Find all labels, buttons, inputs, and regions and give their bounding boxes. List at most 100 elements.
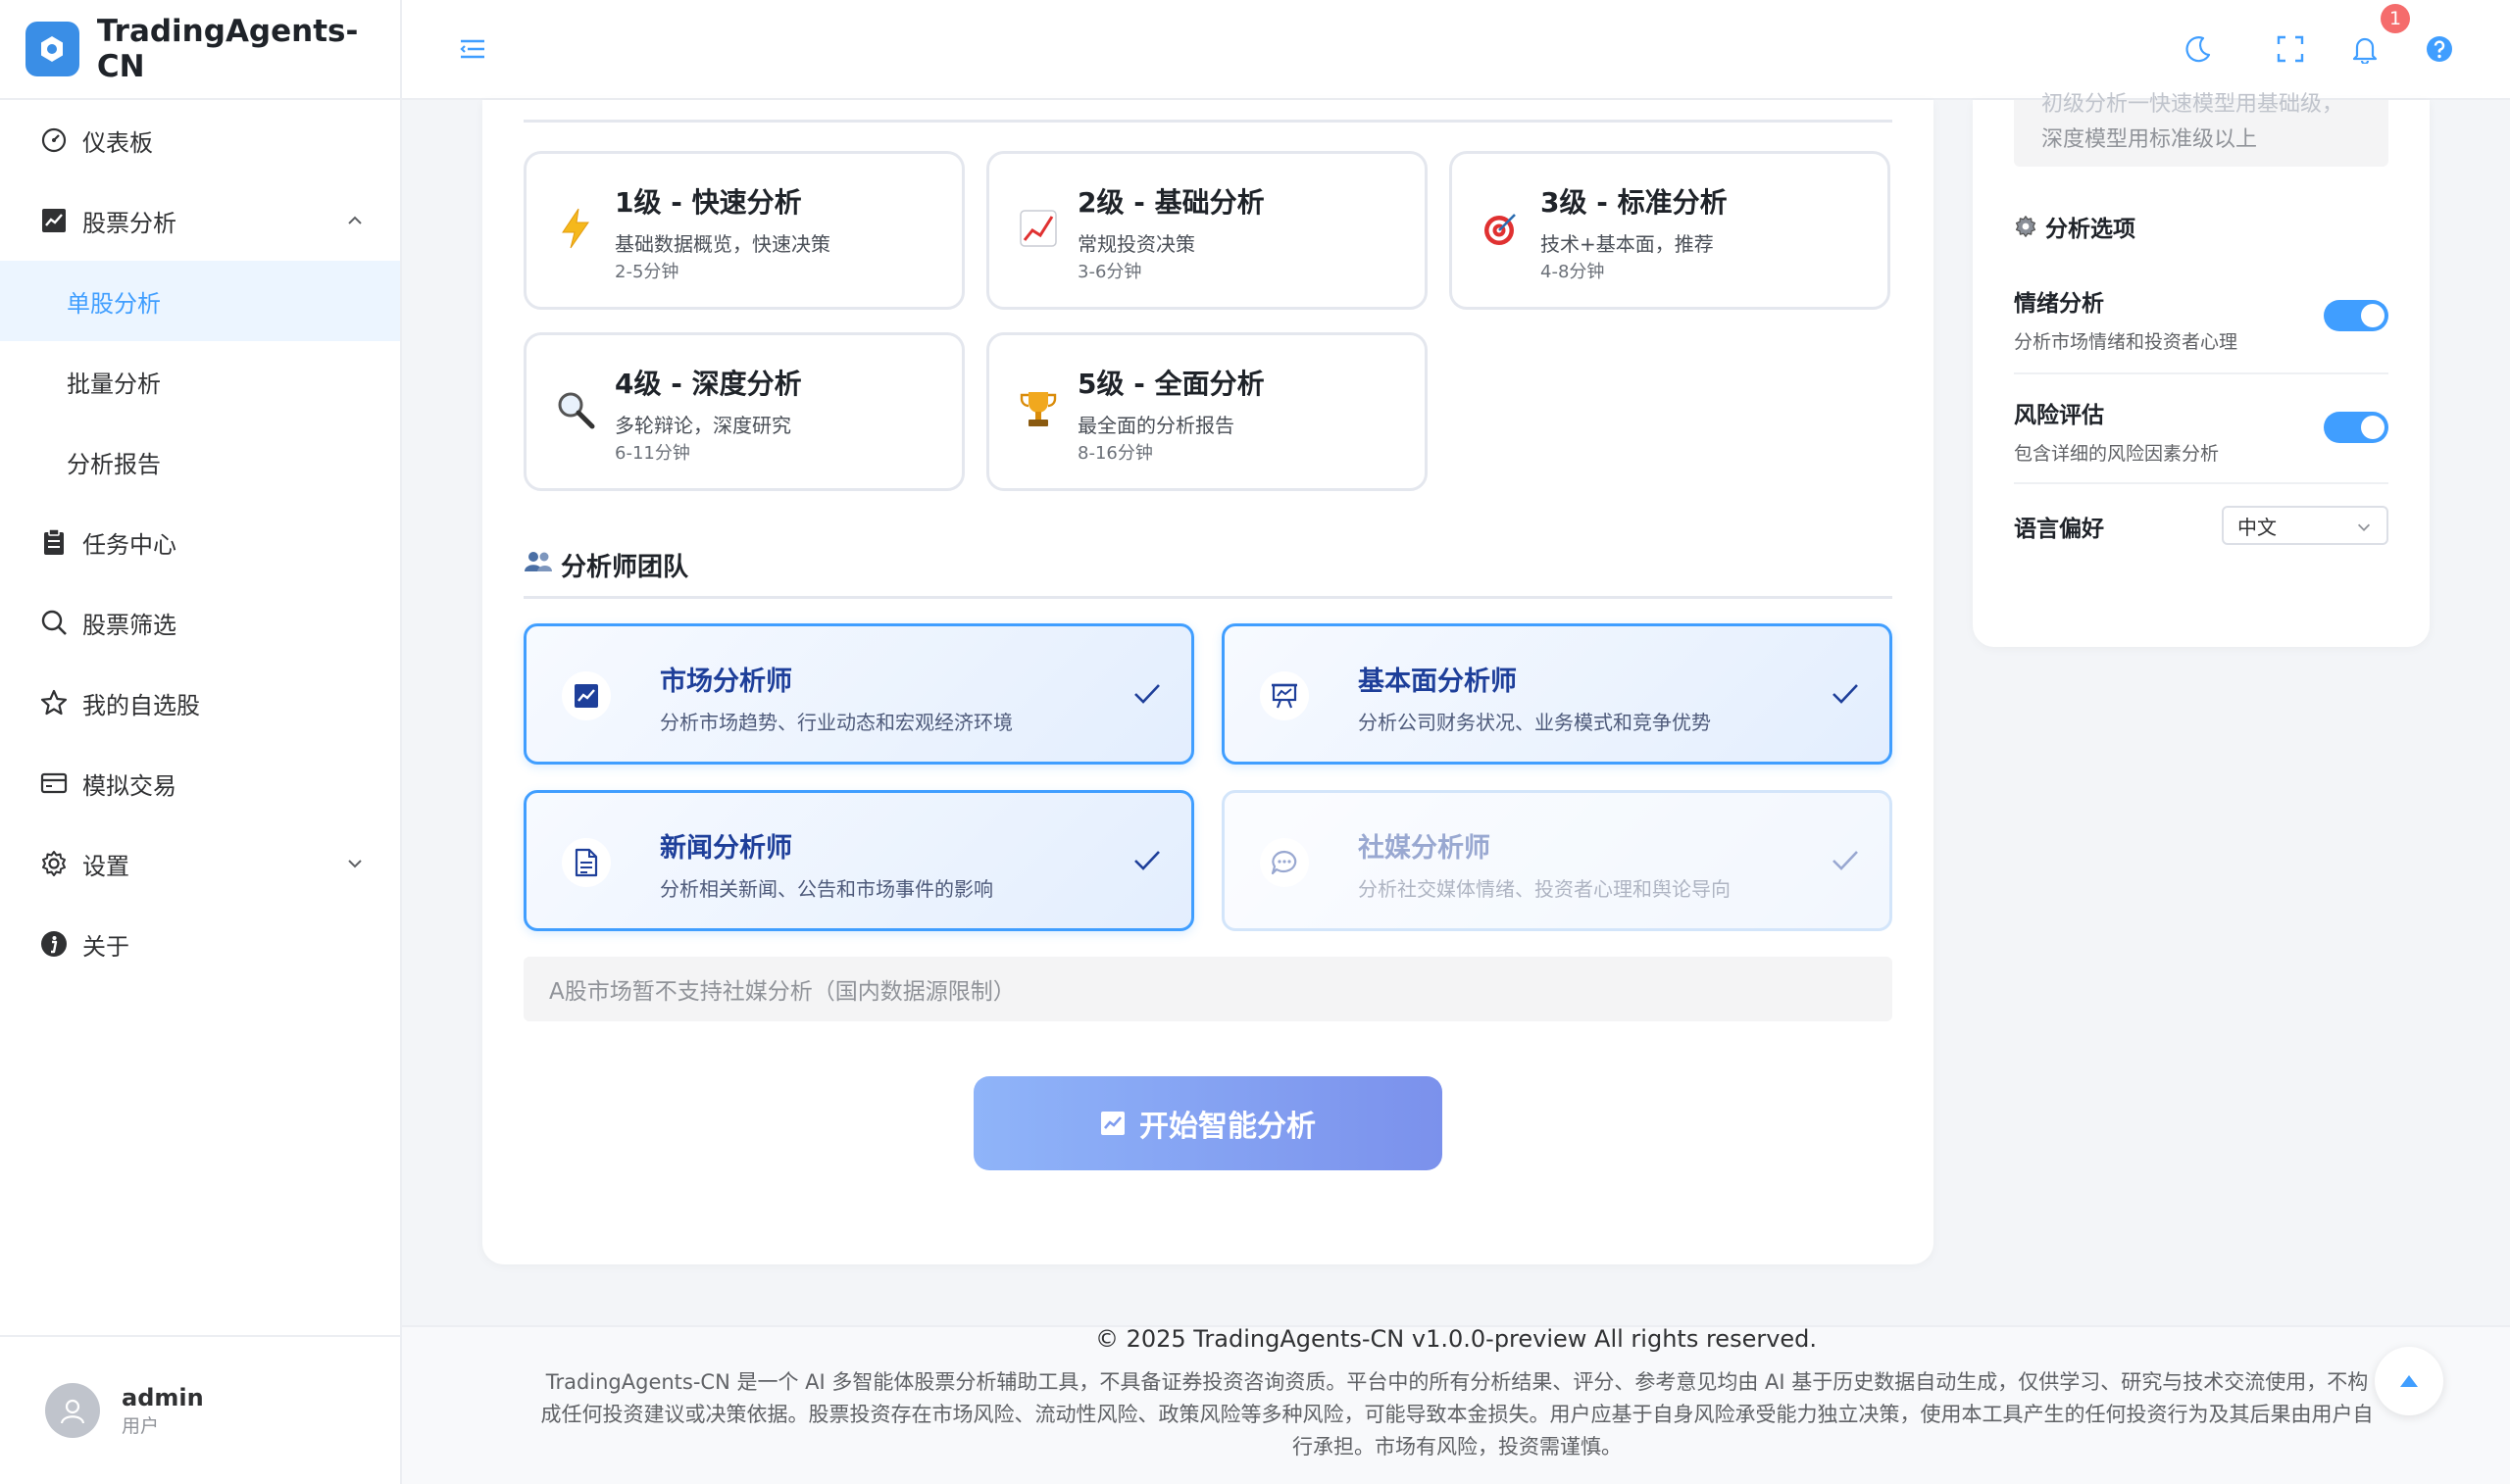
user-profile[interactable]: admin 用户 — [0, 1335, 402, 1484]
level-title: 5级 - 全面分析 — [1078, 368, 1265, 400]
analyst-desc: 分析市场趋势、行业动态和宏观经济环境 — [660, 711, 1013, 734]
sidebar-item-label: 股票分析 — [82, 209, 176, 237]
level-card-5[interactable]: 5级 - 全面分析 最全面的分析报告 8-16分钟 — [986, 332, 1428, 491]
sidebar-item-paper-trading[interactable]: 模拟交易 — [0, 743, 400, 823]
chat-bubble-icon — [1260, 838, 1309, 887]
check-icon — [1831, 848, 1860, 877]
presentation-icon — [1260, 671, 1309, 720]
analyst-name: 市场分析师 — [660, 667, 792, 697]
start-analysis-button[interactable]: 开始智能分析 — [974, 1076, 1442, 1170]
section-divider — [524, 120, 1892, 123]
app-logo-icon — [25, 22, 79, 76]
chart-icon — [1100, 1111, 1126, 1136]
sidebar-item-task-center[interactable]: 任务中心 — [0, 502, 400, 582]
chart-icon — [39, 206, 69, 235]
lightning-icon — [552, 205, 599, 252]
sidebar-subitem-batch-analysis[interactable]: 批量分析 — [0, 341, 400, 421]
logo[interactable]: TradingAgents-CN — [0, 0, 400, 100]
help-icon[interactable] — [2422, 31, 2457, 67]
dark-mode-icon[interactable] — [2181, 31, 2216, 67]
level-time: 6-11分钟 — [615, 443, 690, 464]
level-card-4[interactable]: 4级 - 深度分析 多轮辩论，深度研究 6-11分钟 — [524, 332, 965, 491]
sidebar-item-dashboard[interactable]: 仪表板 — [0, 100, 400, 180]
option-divider — [2014, 372, 2388, 374]
sidebar-item-label: 关于 — [82, 932, 129, 961]
level-card-1[interactable]: 1级 - 快速分析 基础数据概览，快速决策 2-5分钟 — [524, 151, 965, 310]
trophy-icon — [1015, 386, 1062, 433]
menu-toggle-icon[interactable] — [455, 31, 490, 67]
bell-icon[interactable] — [2347, 31, 2383, 67]
analysis-options-title: 分析选项 — [2014, 210, 2135, 243]
level-desc: 最全面的分析报告 — [1078, 414, 1234, 437]
chevron-up-icon — [345, 209, 365, 236]
info-icon — [39, 929, 69, 959]
search-icon — [39, 608, 69, 637]
analyst-card-market[interactable]: 市场分析师 分析市场趋势、行业动态和宏观经济环境 — [524, 623, 1194, 765]
chevron-down-icon — [2355, 518, 2373, 541]
sidebar-item-label: 我的自选股 — [82, 691, 200, 719]
analyst-desc: 分析社交媒体情绪、投资者心理和舆论导向 — [1358, 877, 1731, 901]
risk-toggle[interactable] — [2324, 412, 2388, 443]
social-media-notice: A股市场暂不支持社媒分析（国内数据源限制） — [524, 957, 1892, 1021]
model-tip: 初级分析一快速模型用基础级， 深度模型用标准级以上 — [2014, 92, 2388, 167]
level-time: 2-5分钟 — [615, 262, 679, 282]
analyst-name: 社媒分析师 — [1358, 833, 1490, 864]
chevron-down-icon — [345, 852, 365, 879]
notification-badge: 1 — [2381, 4, 2410, 33]
analyst-name: 新闻分析师 — [660, 833, 792, 864]
model-tip-cut: 初级分析一快速模型用基础级， — [2041, 92, 2344, 117]
analyst-name: 基本面分析师 — [1358, 667, 1517, 697]
analyst-desc: 分析公司财务状况、业务模式和竞争优势 — [1358, 711, 1711, 734]
avatar — [45, 1383, 100, 1438]
check-icon — [1132, 848, 1162, 877]
people-icon — [524, 550, 553, 580]
sidebar-item-stock-analysis[interactable]: 股票分析 — [0, 180, 400, 261]
language-select-value: 中文 — [2237, 515, 2277, 539]
analyst-card-fundamental[interactable]: 基本面分析师 分析公司财务状况、业务模式和竞争优势 — [1222, 623, 1892, 765]
analyst-card-news[interactable]: 新闻分析师 分析相关新闻、公告和市场事件的影响 — [524, 790, 1194, 931]
user-role: 用户 — [122, 1414, 160, 1437]
trend-chart-icon — [1015, 205, 1062, 252]
option-sentiment: 情绪分析 分析市场情绪和投资者心理 — [2014, 284, 2388, 353]
sentiment-toggle[interactable] — [2324, 300, 2388, 331]
level-time: 3-6分钟 — [1078, 262, 1142, 282]
language-select[interactable]: 中文 — [2222, 506, 2388, 545]
back-to-top-button[interactable] — [2375, 1347, 2443, 1415]
sidebar-item-settings[interactable]: 设置 — [0, 823, 400, 904]
gear-icon — [39, 849, 69, 878]
card-icon — [39, 768, 69, 798]
sidebar-item-about[interactable]: 关于 — [0, 904, 400, 984]
option-desc: 包含详细的风险因素分析 — [2014, 443, 2220, 465]
fullscreen-icon[interactable] — [2273, 31, 2308, 67]
sidebar-item-watchlist[interactable]: 我的自选股 — [0, 663, 400, 743]
sidebar-item-stock-screener[interactable]: 股票筛选 — [0, 582, 400, 663]
level-title: 4级 - 深度分析 — [615, 368, 802, 400]
sidebar-item-label: 模拟交易 — [82, 771, 176, 800]
app-title: TradingAgents-CN — [96, 14, 359, 84]
level-desc: 多轮辩论，深度研究 — [615, 414, 791, 437]
model-tip-text: 深度模型用标准级以上 — [2041, 127, 2258, 152]
analyst-card-social-media: 社媒分析师 分析社交媒体情绪、投资者心理和舆论导向 — [1222, 790, 1892, 931]
level-desc: 基础数据概览，快速决策 — [615, 232, 830, 256]
analyst-team-title: 分析师团队 — [524, 547, 688, 583]
analyst-desc: 分析相关新闻、公告和市场事件的影响 — [660, 877, 993, 901]
sidebar-item-label: 股票筛选 — [82, 611, 176, 639]
sidebar: TradingAgents-CN 仪表板 股票分析 单股分析 批量分析 分析报告… — [0, 0, 402, 1484]
caret-up-icon — [2398, 1373, 2420, 1389]
sidebar-nav: 仪表板 股票分析 单股分析 批量分析 分析报告 任务中心 股票筛选 我的自选股 … — [0, 100, 400, 984]
level-desc: 技术+基本面，推荐 — [1540, 232, 1714, 256]
document-icon — [562, 838, 611, 887]
level-card-2[interactable]: 2级 - 基础分析 常规投资决策 3-6分钟 — [986, 151, 1428, 310]
option-risk: 风险评估 包含详细的风险因素分析 — [2014, 396, 2388, 465]
level-time: 8-16分钟 — [1078, 443, 1153, 464]
sidebar-item-label: 仪表板 — [82, 128, 153, 157]
disclaimer: TradingAgents-CN 是一个 AI 多智能体股票分析辅助工具，不具备… — [540, 1370, 2374, 1459]
sidebar-item-label: 设置 — [82, 852, 129, 880]
sidebar-subitem-single-analysis[interactable]: 单股分析 — [0, 261, 400, 341]
level-title: 3级 - 标准分析 — [1540, 186, 1728, 219]
star-icon — [39, 688, 69, 717]
check-icon — [1132, 681, 1162, 711]
sidebar-subitem-reports[interactable]: 分析报告 — [0, 421, 400, 502]
level-card-3[interactable]: 3级 - 标准分析 技术+基本面，推荐 4-8分钟 — [1449, 151, 1890, 310]
clipboard-icon — [39, 527, 69, 557]
